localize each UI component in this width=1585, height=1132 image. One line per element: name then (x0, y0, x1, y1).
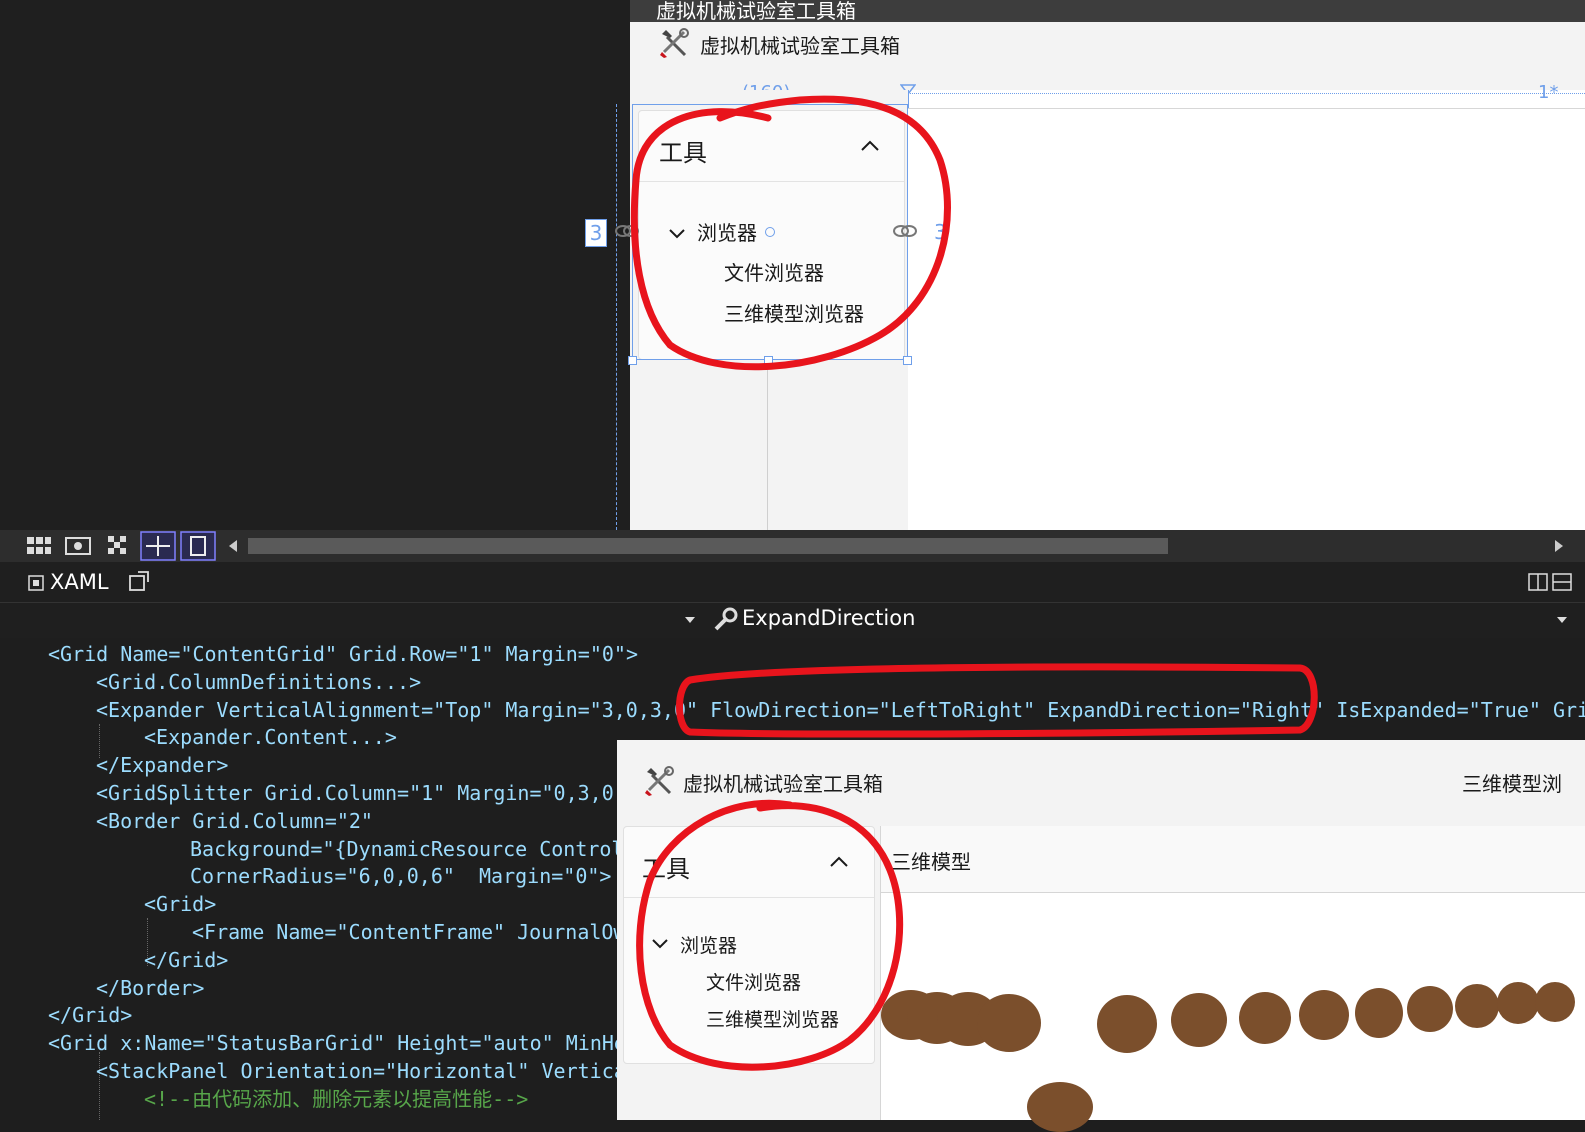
snap-lines-icon[interactable] (140, 531, 176, 561)
code-line[interactable]: <Grid Name="ContentGrid" Grid.Row="1" Ma… (48, 640, 638, 668)
code-line[interactable]: </Border> (96, 974, 204, 1002)
tools-icon (660, 28, 689, 58)
code-line[interactable]: <Expander VerticalAlignment="Top" Margin… (96, 696, 1585, 724)
code-line[interactable]: <Grid x:Name="StatusBarGrid" Height="aut… (48, 1029, 626, 1057)
code-line[interactable]: <Frame Name="ContentFrame" JournalOw (192, 918, 625, 946)
column-star-label[interactable]: 1* (1538, 82, 1558, 103)
chevron-up-icon[interactable] (828, 851, 850, 873)
tools-icon (645, 766, 674, 796)
property-dropdown[interactable]: ExpandDirection (742, 606, 915, 630)
code-line[interactable]: Background="{DynamicResource Control (190, 835, 623, 863)
model-dot (1171, 993, 1227, 1047)
designer-app-title: 虚拟机械试验室工具箱 (700, 34, 900, 58)
designer-window-title: 虚拟机械试验室工具箱 (630, 0, 1585, 22)
adorner-handle[interactable] (903, 356, 912, 365)
snap-grid-icon[interactable] (64, 534, 92, 558)
runtime-content-header: 三维模型 (881, 826, 1585, 893)
chevron-down-icon[interactable] (650, 933, 670, 953)
split-horizontal-icon[interactable] (1552, 572, 1572, 592)
xaml-tab-icon (28, 575, 44, 591)
code-line[interactable]: CornerRadius="6,0,0,6" Margin="0"> (190, 862, 611, 890)
model-dot (1299, 990, 1349, 1040)
tab-xaml[interactable]: XAML (50, 570, 109, 594)
code-line[interactable]: <Border Grid.Column="2" (96, 807, 373, 835)
scroll-left-icon[interactable] (226, 538, 240, 554)
model-dot (1497, 982, 1539, 1024)
popout-icon[interactable] (128, 570, 150, 592)
tree-item-browser[interactable]: 浏览器 (680, 931, 737, 958)
code-line[interactable]: <Grid> (144, 890, 216, 918)
code-line[interactable]: <GridSplitter Grid.Column="1" Margin="0,… (96, 779, 626, 807)
runtime-window[interactable]: 虚拟机械试验室工具箱 三维模型浏 工具 浏览器 文件浏览器 三维模型浏览器 三维… (617, 740, 1585, 1132)
model-dot (1407, 986, 1453, 1032)
chain-link-icon[interactable] (614, 222, 640, 240)
runtime-expander[interactable]: 工具 浏览器 文件浏览器 三维模型浏览器 (623, 826, 875, 1064)
editor-tab-row (0, 562, 1585, 602)
dropdown-arrow-icon[interactable] (1556, 615, 1568, 625)
code-line[interactable]: <Grid.ColumnDefinitions...> (96, 668, 421, 696)
runtime-current-page-label: 三维模型浏 (1462, 772, 1562, 796)
split-vertical-icon[interactable] (1528, 572, 1548, 592)
model-dot (1455, 984, 1499, 1028)
tree-item-file-browser[interactable]: 文件浏览器 (706, 968, 801, 995)
horizontal-scrollbar[interactable] (248, 538, 1168, 554)
scroll-right-icon[interactable] (1552, 538, 1566, 554)
tree-item-3d-model-browser[interactable]: 三维模型浏览器 (706, 1005, 839, 1032)
adorner-handle[interactable] (764, 356, 773, 365)
designer-window[interactable]: 虚拟机械试验室工具箱 虚拟机械试验室工具箱 (160) 1* 工具 浏览器 文件… (628, 0, 1585, 531)
model-dot (1097, 995, 1157, 1053)
code-line[interactable]: <!--由代码添加、删除元素以提高性能--> (144, 1085, 528, 1113)
checkerboard-icon[interactable] (106, 534, 130, 558)
code-line[interactable]: <StackPanel Orientation="Horizontal" Ver… (96, 1057, 626, 1085)
effects-toggle-icon[interactable] (180, 531, 216, 561)
runtime-app-title: 虚拟机械试验室工具箱 (683, 772, 883, 796)
runtime-content-title: 三维模型 (891, 850, 971, 874)
expander-header-label: 工具 (642, 855, 690, 883)
chain-link-icon[interactable] (892, 222, 918, 240)
code-line[interactable]: </Expander> (96, 751, 228, 779)
code-line[interactable]: </Grid> (48, 1001, 132, 1029)
designer-splitter-line (767, 360, 768, 530)
dropdown-arrow-icon[interactable] (684, 615, 696, 625)
selection-adorner (632, 104, 908, 360)
model-dot (1535, 982, 1575, 1022)
model-dot (1239, 992, 1291, 1044)
model-dot (1355, 988, 1403, 1038)
margin-left-label[interactable]: 3 (585, 219, 607, 247)
wrench-icon (714, 607, 738, 631)
runtime-content-border (880, 826, 881, 1120)
designer-guide-line (616, 104, 617, 530)
grid-view-icon[interactable] (26, 534, 52, 558)
model-dot (977, 994, 1041, 1052)
expander-header[interactable]: 工具 (624, 827, 874, 898)
adorner-handle[interactable] (628, 356, 637, 365)
margin-right-label[interactable]: 3 (934, 220, 947, 244)
code-line[interactable]: </Grid> (144, 946, 228, 974)
model-dot (1027, 1082, 1093, 1132)
designer-content-area (908, 108, 1585, 531)
code-line[interactable]: <Expander.Content...> (144, 723, 397, 751)
